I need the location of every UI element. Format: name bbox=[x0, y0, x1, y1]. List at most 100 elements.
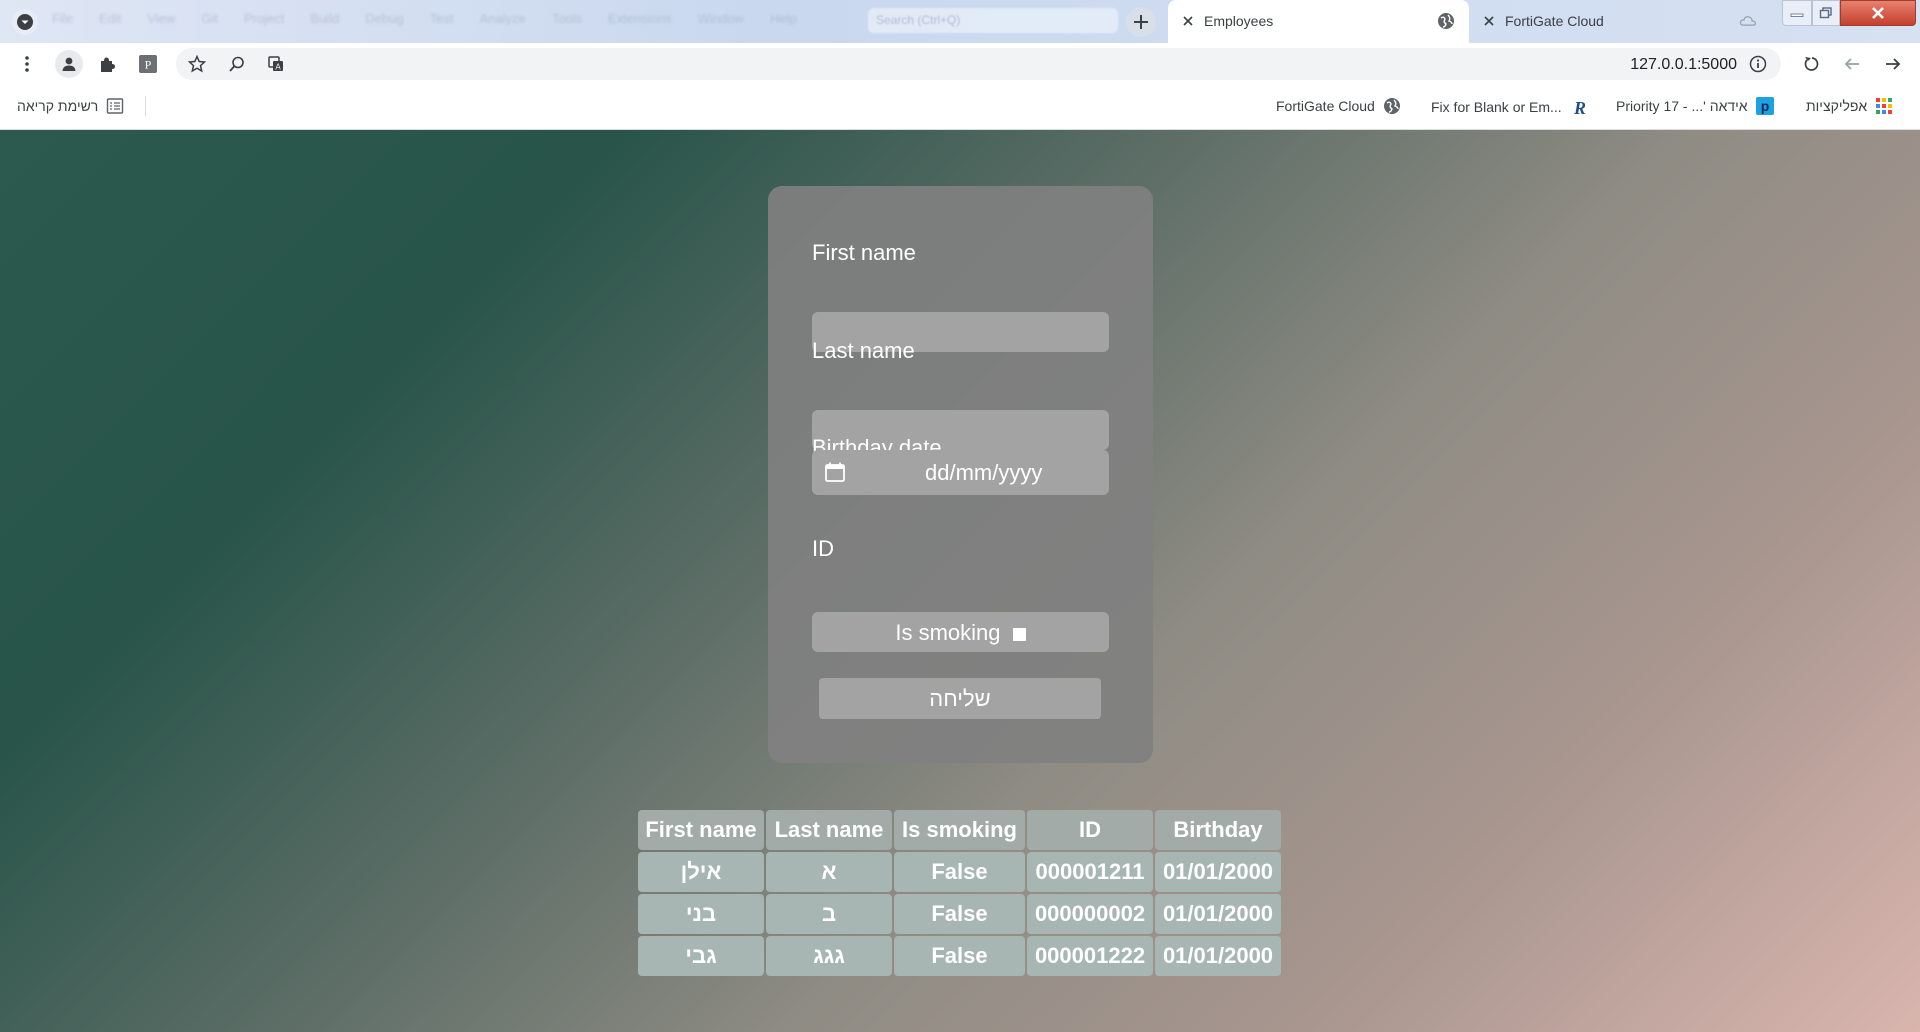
table-cell: 000001211 bbox=[1027, 852, 1153, 892]
background-menu-bar: File Edit View Git Project Build Debug T… bbox=[52, 11, 797, 26]
restore-icon bbox=[1819, 7, 1832, 19]
table-cell: 000000002 bbox=[1027, 894, 1153, 934]
table-cell: 000001222 bbox=[1027, 936, 1153, 976]
smoking-checkbox[interactable] bbox=[1012, 628, 1026, 641]
menu-ghost-item: Git bbox=[201, 11, 218, 26]
globe-icon bbox=[1383, 98, 1400, 114]
bookmark-apps[interactable]: אפליקציות bbox=[1806, 97, 1893, 115]
address-bar[interactable]: A 127.0.0.1:5000 bbox=[176, 48, 1781, 80]
window-minimize-button[interactable] bbox=[1782, 0, 1812, 26]
menu-ghost-item: Build bbox=[310, 11, 340, 26]
table-cell: ב bbox=[766, 894, 892, 934]
forward-button[interactable] bbox=[1881, 52, 1905, 76]
new-tab-button[interactable] bbox=[1126, 7, 1156, 37]
last-name-label: Last name bbox=[812, 338, 915, 363]
table-cell: א bbox=[766, 852, 892, 892]
zoom-button[interactable] bbox=[225, 52, 249, 76]
table-cell: בני bbox=[638, 894, 764, 934]
more-vert-icon bbox=[25, 56, 29, 72]
close-icon bbox=[1872, 7, 1884, 19]
table-row: בני ב False 000000002 01/01/2000 bbox=[638, 894, 1281, 934]
star-icon bbox=[188, 55, 206, 73]
svg-text:R: R bbox=[1573, 98, 1586, 117]
extension-p-button[interactable]: P bbox=[136, 52, 160, 76]
table-cell: אילן bbox=[638, 852, 764, 892]
puzzle-icon bbox=[101, 57, 115, 72]
close-icon[interactable] bbox=[1481, 13, 1497, 29]
table-cell: גבי bbox=[638, 936, 764, 976]
column-header: Is smoking bbox=[894, 810, 1025, 850]
info-icon[interactable] bbox=[1749, 55, 1767, 73]
translate-button[interactable]: A bbox=[264, 52, 288, 76]
menu-ghost-item: Tools bbox=[551, 11, 583, 26]
bookmark-star-button[interactable] bbox=[185, 52, 209, 76]
cloud-icon bbox=[1739, 16, 1756, 26]
r-logo-icon: R bbox=[1573, 98, 1586, 117]
first-name-label: First name bbox=[812, 240, 916, 265]
url-text[interactable]: 127.0.0.1:5000 bbox=[1630, 56, 1737, 74]
employee-form: First name Last name Birthday date dd/mm… bbox=[768, 186, 1153, 763]
table-cell: False bbox=[894, 852, 1025, 892]
zoom-icon bbox=[229, 56, 244, 72]
arrow-left-icon bbox=[1844, 58, 1859, 70]
table-row: גבי גגג False 000001222 01/01/2000 bbox=[638, 936, 1281, 976]
translate-icon: A bbox=[268, 56, 283, 72]
bookmark-label: Fix for Blank or Em... bbox=[1431, 99, 1562, 115]
bookmark-priority[interactable]: Priority 17 - ...' אידאה p bbox=[1616, 97, 1774, 115]
menu-ghost-item: Help bbox=[769, 11, 797, 26]
table-cell: 01/01/2000 bbox=[1155, 894, 1281, 934]
reload-button[interactable] bbox=[1800, 52, 1824, 76]
svg-text:p: p bbox=[1760, 98, 1769, 114]
id-label: ID bbox=[812, 536, 834, 561]
tab-strip: File Edit View Git Project Build Debug T… bbox=[0, 0, 1920, 43]
table-cell: 01/01/2000 bbox=[1155, 852, 1281, 892]
svg-text:P: P bbox=[145, 58, 152, 72]
bookmark-label: Priority 17 - ...' אידאה bbox=[1616, 98, 1748, 114]
column-header: ID bbox=[1027, 810, 1153, 850]
menu-ghost-item: File bbox=[52, 11, 73, 26]
extensions-button[interactable] bbox=[95, 52, 119, 76]
calendar-icon[interactable] bbox=[824, 461, 846, 483]
menu-ghost-item: Analyze bbox=[479, 11, 526, 26]
reading-list-button[interactable]: רשימת קריאה bbox=[17, 97, 124, 115]
bookmark-fix-for-blank[interactable]: Fix for Blank or Em... R bbox=[1431, 97, 1590, 117]
window-close-button[interactable] bbox=[1840, 0, 1916, 26]
submit-button[interactable]: שליחה bbox=[819, 678, 1101, 719]
menu-ghost-item: Edit bbox=[98, 11, 122, 26]
column-header: First name bbox=[638, 810, 764, 850]
date-placeholder: dd/mm/yyyy bbox=[925, 460, 1043, 485]
tab-search-button[interactable] bbox=[12, 9, 38, 35]
birthday-date-input[interactable]: dd/mm/yyyy bbox=[812, 450, 1109, 495]
browser-toolbar: P A 127.0.0.1:5000 bbox=[0, 43, 1920, 84]
smoking-label: Is smoking bbox=[895, 620, 1001, 645]
globe-icon bbox=[1438, 13, 1454, 29]
apps-grid-icon bbox=[1876, 98, 1893, 114]
menu-ghost-item: View bbox=[147, 11, 176, 26]
menu-ghost-item: Extensions bbox=[608, 11, 672, 26]
bookmarks-divider bbox=[145, 96, 146, 116]
priority-p-icon: p bbox=[1755, 97, 1774, 115]
tab-employees[interactable]: Employees bbox=[1168, 0, 1469, 43]
menu-ghost-item: Window bbox=[697, 11, 744, 26]
background-search-box: Search (Ctrl+Q) bbox=[868, 8, 1118, 33]
column-header: Last name bbox=[766, 810, 892, 850]
page-content: First name Last name Birthday date dd/mm… bbox=[0, 130, 1920, 1032]
table-cell: False bbox=[894, 936, 1025, 976]
tab-fortigate-cloud[interactable]: FortiGate Cloud bbox=[1469, 0, 1771, 43]
employees-table: First name Last name Is smoking ID Birth… bbox=[636, 808, 1283, 978]
back-button[interactable] bbox=[1840, 52, 1864, 76]
close-icon[interactable] bbox=[1180, 13, 1196, 29]
svg-text:A: A bbox=[275, 63, 281, 72]
profile-button[interactable] bbox=[55, 50, 83, 78]
bookmark-label: אפליקציות bbox=[1806, 98, 1868, 114]
tab-title: FortiGate Cloud bbox=[1505, 13, 1604, 29]
p-extension-icon: P bbox=[139, 55, 157, 73]
table-cell: 01/01/2000 bbox=[1155, 936, 1281, 976]
bookmark-fortigate-cloud[interactable]: FortiGate Cloud bbox=[1276, 97, 1401, 115]
reload-icon bbox=[1804, 57, 1819, 71]
bookmarks-bar: רשימת קריאה FortiGate Cloud Fix for Blan… bbox=[0, 84, 1920, 130]
reading-list-icon bbox=[107, 98, 124, 114]
reading-list-label: רשימת קריאה bbox=[17, 98, 99, 114]
menu-button[interactable] bbox=[15, 52, 39, 76]
window-restore-button[interactable] bbox=[1812, 0, 1840, 26]
